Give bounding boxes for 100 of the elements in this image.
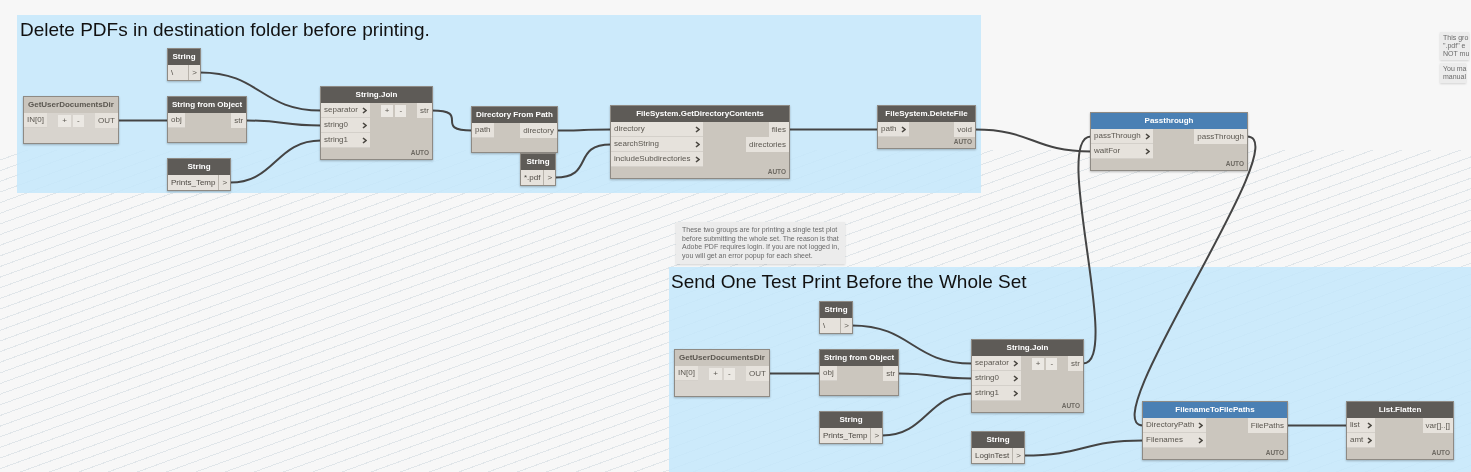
input-port[interactable]: path — [472, 123, 494, 138]
chevron-icon[interactable] — [1144, 147, 1150, 155]
value-field[interactable]: Prints_Temp — [168, 175, 220, 190]
node-title: GetUserDocumentsDir — [675, 350, 769, 366]
value-field[interactable]: \ — [168, 65, 190, 80]
node-title: GetUserDocumentsDir — [24, 97, 118, 113]
chevron-icon[interactable] — [1012, 359, 1018, 367]
input-port[interactable]: obj — [820, 366, 837, 381]
node-title: String from Object — [820, 350, 899, 366]
node-card[interactable]: String from Object obj str — [167, 96, 248, 143]
chevron-icon[interactable] — [900, 125, 906, 133]
port-label: string0 — [324, 121, 348, 129]
input-port[interactable]: Filenames — [1143, 433, 1207, 448]
port-label: obj — [171, 116, 182, 124]
input-port[interactable]: string1 — [321, 133, 370, 148]
chevron-icon[interactable] — [1144, 132, 1150, 140]
chevron-icon[interactable] — [694, 140, 700, 148]
port-label: string1 — [324, 136, 348, 144]
input-port[interactable]: obj — [168, 113, 185, 128]
node-card[interactable]: Directory From Path path directory — [471, 106, 558, 153]
node-card[interactable]: GetUserDocumentsDir IN[0] + - OUT — [674, 349, 770, 397]
port-button[interactable]: + — [380, 105, 394, 117]
input-port[interactable]: waitFor — [1091, 144, 1153, 159]
input-port[interactable]: IN[0] — [24, 113, 47, 128]
input-port[interactable]: separator — [321, 103, 370, 118]
input-port[interactable]: searchString — [611, 137, 703, 152]
input-port[interactable]: string0 — [321, 118, 370, 133]
chevron-icon[interactable] — [1012, 374, 1018, 382]
node-card[interactable]: String Prints_Temp > — [167, 158, 232, 191]
port-label: DirectoryPath — [1146, 421, 1195, 429]
output-port[interactable]: passThrough — [1194, 129, 1247, 144]
port-button[interactable]: - — [395, 105, 407, 117]
input-port[interactable]: includeSubdirectories — [611, 152, 703, 167]
chevron-icon[interactable] — [361, 121, 367, 129]
input-port[interactable]: string0 — [972, 371, 1021, 386]
wire — [554, 143, 612, 179]
chevron-icon[interactable] — [694, 125, 700, 133]
output-port[interactable]: str — [1068, 356, 1083, 371]
wire — [1286, 424, 1348, 427]
chevron-icon[interactable] — [694, 155, 700, 163]
chevron-icon[interactable] — [1012, 389, 1018, 397]
output-port[interactable]: directory — [520, 123, 557, 138]
node-card[interactable]: String \ > — [167, 48, 201, 81]
port-button[interactable]: - — [1046, 358, 1058, 370]
port-label: obj — [823, 369, 834, 377]
port-label: waitFor — [1094, 147, 1121, 155]
chevron-icon[interactable] — [1367, 436, 1373, 444]
output-port[interactable]: OUT — [745, 366, 769, 381]
output-port[interactable]: FilePaths — [1247, 418, 1287, 433]
output-port[interactable]: str — [417, 103, 432, 118]
node-card[interactable]: String Prints_Temp > — [819, 411, 884, 444]
input-port[interactable]: amt — [1347, 433, 1376, 448]
value-field[interactable]: \ — [820, 318, 842, 333]
wire — [116, 119, 169, 122]
input-port[interactable]: DirectoryPath — [1143, 418, 1207, 433]
port-label: path — [475, 126, 491, 134]
output-port[interactable]: str — [231, 113, 247, 128]
input-port[interactable]: separator — [972, 356, 1021, 371]
output-port[interactable]: void — [954, 122, 975, 137]
port-label: separator — [324, 106, 358, 114]
port-button[interactable]: + — [1031, 358, 1045, 370]
input-port[interactable]: string1 — [972, 386, 1021, 401]
port-label: list — [1350, 421, 1360, 429]
node-card[interactable]: String *.pdf > — [520, 153, 557, 186]
port-button[interactable]: - — [723, 368, 735, 380]
port-button[interactable]: - — [72, 115, 84, 127]
input-port[interactable]: path — [878, 122, 909, 137]
port-button[interactable]: + — [58, 115, 71, 127]
node-title: String — [168, 49, 200, 65]
node-title: Passthrough — [1091, 113, 1247, 129]
chevron-icon[interactable] — [1367, 421, 1373, 429]
output-port[interactable]: var[]..[] — [1422, 418, 1453, 433]
node-card[interactable]: String from Object obj str — [819, 349, 900, 396]
output-port[interactable]: OUT — [94, 113, 118, 128]
node-title: String — [972, 432, 1024, 448]
input-port[interactable]: list — [1347, 418, 1376, 433]
output-port[interactable]: directories — [746, 137, 789, 152]
chevron-icon[interactable] — [1198, 421, 1204, 429]
value-field[interactable]: *.pdf — [521, 170, 545, 185]
port-label: IN[0] — [678, 369, 695, 377]
chevron-icon[interactable] — [361, 106, 367, 114]
output-port[interactable]: files — [768, 122, 789, 137]
output-port[interactable]: str — [883, 366, 899, 381]
input-port[interactable]: passThrough — [1091, 129, 1153, 144]
port-label: searchString — [614, 140, 659, 148]
port-label: IN[0] — [27, 116, 44, 124]
value-field[interactable]: LoginTest — [972, 448, 1014, 463]
node-card[interactable]: String \ > — [819, 301, 853, 334]
value-field[interactable]: Prints_Temp — [820, 428, 872, 443]
port-label: directory — [614, 125, 645, 133]
port-label: passThrough — [1094, 132, 1141, 140]
node-title: String.Join — [972, 340, 1083, 356]
input-port[interactable]: IN[0] — [675, 366, 698, 381]
node-card[interactable]: GetUserDocumentsDir IN[0] + - OUT — [23, 96, 119, 144]
chevron-icon[interactable] — [1198, 436, 1204, 444]
input-port[interactable]: directory — [611, 122, 703, 137]
chevron-icon[interactable] — [361, 136, 367, 144]
node-card[interactable]: String LoginTest > — [971, 431, 1025, 464]
port-button[interactable]: + — [709, 368, 722, 380]
node-title: String.Join — [321, 87, 432, 103]
